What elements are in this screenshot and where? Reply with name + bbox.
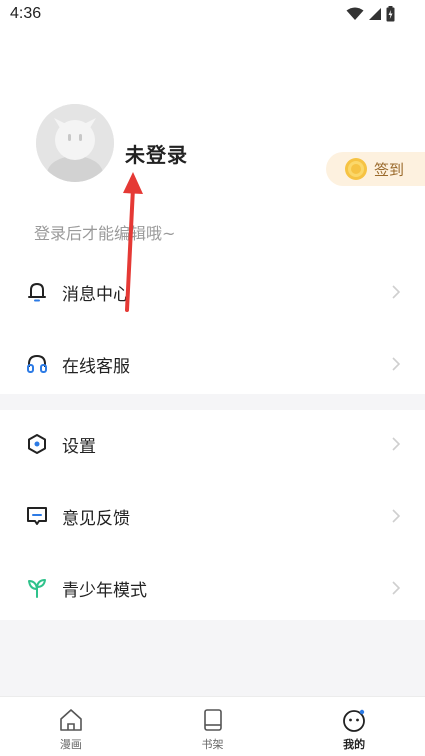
chevron-right-icon (392, 437, 401, 451)
coin-icon (345, 158, 367, 180)
tab-label: 漫画 (59, 738, 82, 751)
sprout-icon (28, 579, 46, 598)
bell-icon (28, 283, 46, 302)
content-bottom-area (0, 620, 425, 696)
tab-comics[interactable]: 漫画 (0, 697, 142, 756)
login-hint: 登录后才能编辑哦~ (34, 224, 176, 243)
menu-item-message-center[interactable]: 消息中心 (0, 256, 425, 328)
chevron-right-icon (392, 285, 401, 299)
checkin-button[interactable]: 签到 (326, 152, 425, 186)
tab-bookshelf[interactable]: 书架 (142, 697, 284, 756)
smiley-icon (343, 709, 366, 732)
menu-group-secondary: 设置 意见反馈 青少年模式 (0, 408, 425, 624)
settings-icon (28, 434, 46, 454)
home-icon (60, 709, 82, 731)
menu-item-youth-mode[interactable]: 青少年模式 (0, 552, 425, 624)
status-time: 4:36 (10, 5, 42, 22)
signal-icon (369, 8, 381, 20)
menu-item-feedback[interactable]: 意见反馈 (0, 480, 425, 552)
wifi-icon (346, 7, 364, 20)
menu-item-label: 意见反馈 (62, 508, 130, 529)
headset-icon (27, 354, 47, 373)
menu-item-label: 消息中心 (62, 284, 130, 305)
menu-item-label: 设置 (62, 436, 96, 457)
chevron-right-icon (392, 581, 401, 595)
book-icon (203, 709, 222, 731)
status-icons (346, 6, 395, 22)
status-bar: 4:36 (0, 0, 425, 30)
menu-item-label: 青少年模式 (62, 580, 147, 601)
menu-item-online-service[interactable]: 在线客服 (0, 328, 425, 400)
menu-group-primary: 消息中心 在线客服 (0, 256, 425, 400)
tab-label: 书架 (201, 738, 224, 751)
menu-item-settings[interactable]: 设置 (0, 408, 425, 480)
chevron-right-icon (392, 357, 401, 371)
bottom-tab-bar: 漫画 书架 我的 (0, 696, 425, 756)
menu-item-label: 在线客服 (62, 356, 130, 377)
checkin-label: 签到 (374, 160, 405, 179)
avatar[interactable] (36, 104, 114, 182)
chevron-right-icon (392, 509, 401, 523)
tab-label: 我的 (343, 738, 366, 751)
username[interactable]: 未登录 (125, 139, 188, 168)
battery-icon (386, 6, 395, 22)
default-avatar-icon (36, 104, 114, 182)
tab-mine[interactable]: 我的 (283, 697, 425, 756)
feedback-icon (27, 507, 47, 525)
